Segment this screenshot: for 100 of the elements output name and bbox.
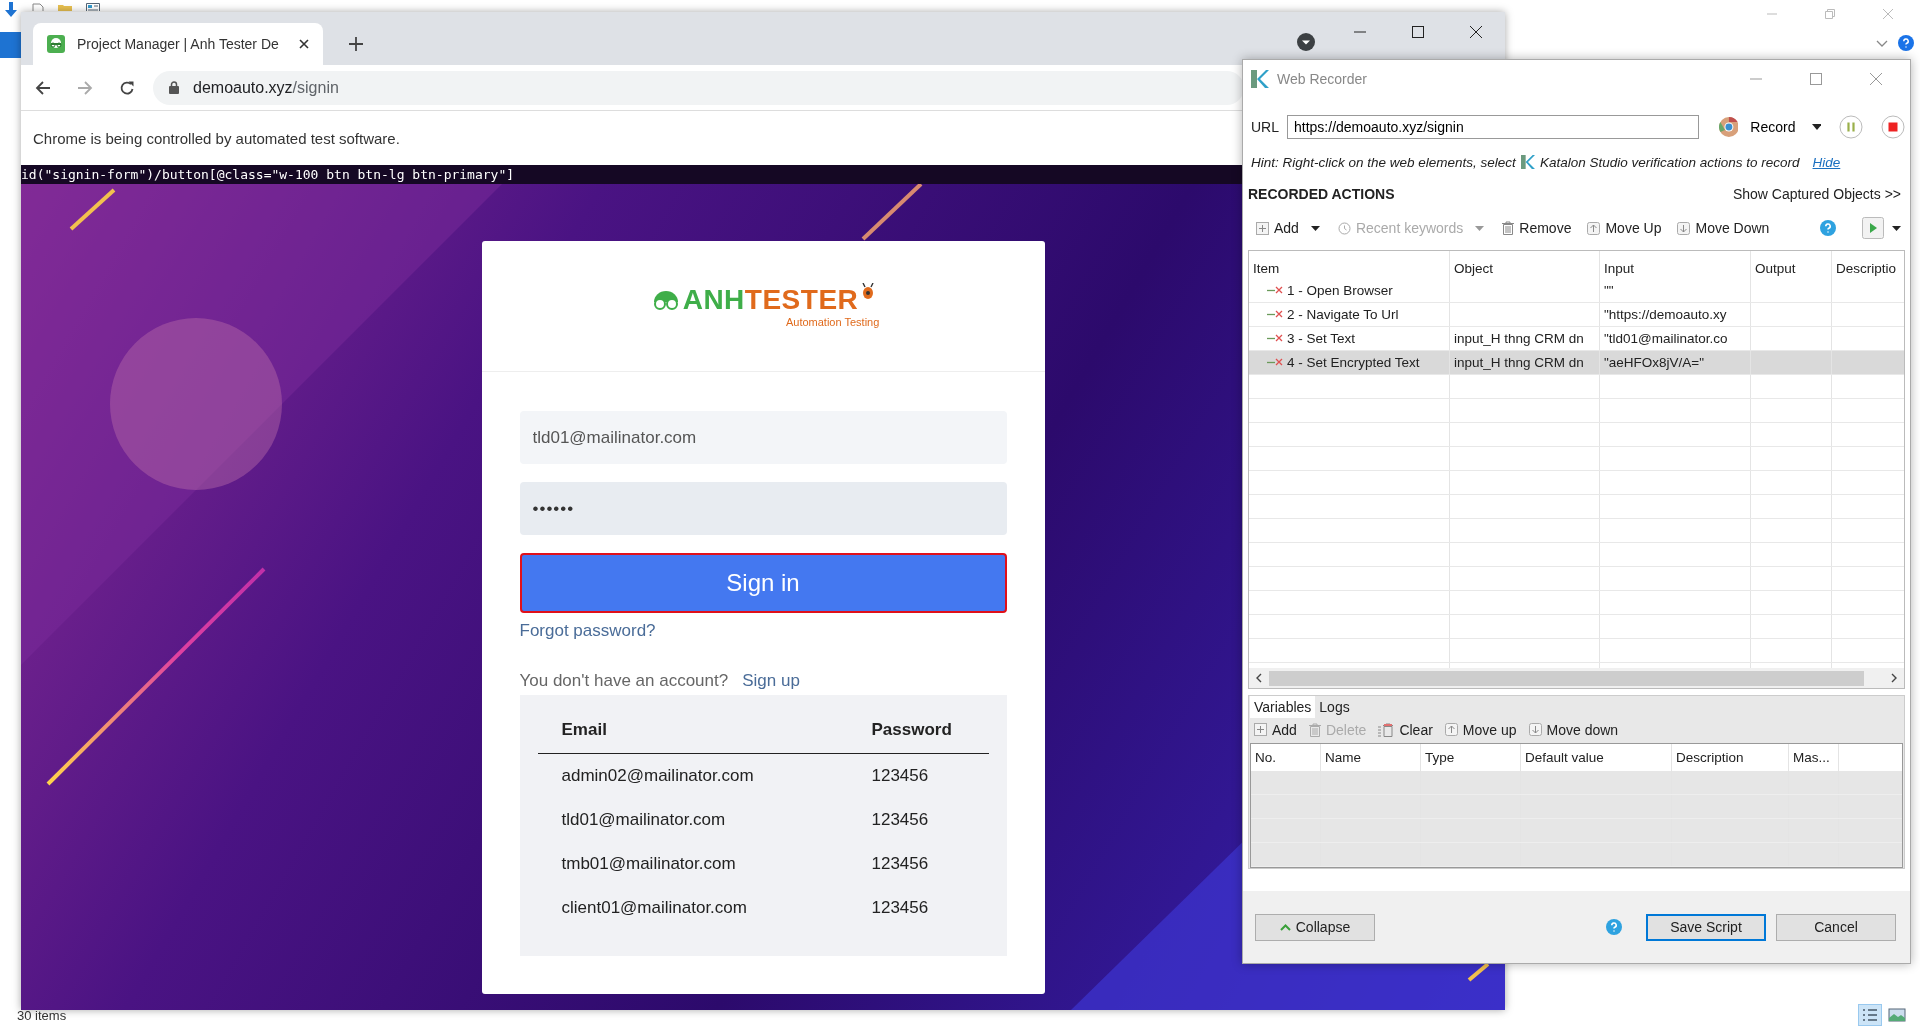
tab-search-icon[interactable] (1297, 32, 1315, 51)
play-button[interactable] (1862, 217, 1884, 239)
hide-link[interactable]: Hide (1812, 154, 1841, 170)
caret-icon[interactable] (1892, 225, 1901, 231)
step-name: 3 - Set Text (1287, 331, 1356, 346)
column-header: Object (1450, 251, 1600, 279)
help-icon[interactable] (1898, 35, 1914, 51)
add-button[interactable]: Add (1250, 721, 1301, 738)
chevron-up-icon (1279, 923, 1291, 931)
signup-link[interactable]: Sign up (742, 671, 800, 691)
table-cell-text: 123456 (871, 766, 930, 786)
thumbnail-view-icon[interactable] (1888, 1008, 1906, 1022)
back-icon[interactable] (35, 79, 51, 96)
step-name: 4 - Set Encrypted Text (1287, 355, 1420, 370)
automation-notice: Chrome is being controlled by automated test software. (33, 129, 400, 147)
password-field[interactable]: •••••• (519, 482, 1007, 535)
show-captured-objects-link[interactable]: Show Captured Objects >> (1732, 186, 1901, 202)
maximize-icon[interactable] (1412, 26, 1424, 38)
clear-button[interactable]: Clear (1374, 721, 1437, 738)
column-header: No. (1251, 744, 1321, 771)
add-button[interactable]: Add (1252, 220, 1303, 236)
remove-button[interactable]: Remove (1498, 220, 1576, 236)
reload-icon[interactable] (119, 79, 135, 96)
column-header: Email (561, 720, 608, 740)
column-header: Name (1321, 744, 1421, 771)
close-icon[interactable] (1470, 26, 1482, 38)
scroll-left-icon[interactable] (1255, 673, 1263, 683)
step-name: 2 - Navigate To Url (1287, 307, 1399, 322)
column-header: Description (1672, 744, 1789, 771)
down-button[interactable]: Move down (1524, 721, 1623, 738)
step-icon (1267, 286, 1283, 295)
arrow-down-icon (1528, 723, 1542, 737)
logo-text: ANHTESTER (682, 284, 859, 316)
url-text: demoauto.xyz/signin (193, 78, 339, 97)
forgot-password-link[interactable]: Forgot password? (519, 621, 656, 641)
table-cell: "aeHFOx8jV/A=" (1604, 355, 1704, 370)
hint-text: Hint: Right-click on the web elements, select (1251, 154, 1516, 170)
address-bar[interactable]: demoauto.xyz/signin (153, 70, 1244, 105)
details-view-icon[interactable] (1858, 1004, 1882, 1026)
column-header: Descriptio (1832, 251, 1904, 279)
arrow-down-icon (1677, 221, 1691, 235)
collapse-button[interactable]: Collapse (1255, 913, 1375, 941)
url-label: URL (1251, 119, 1279, 135)
caret-icon[interactable] (1310, 225, 1320, 231)
pause-icon[interactable] (1839, 115, 1864, 139)
help-icon[interactable] (1606, 919, 1622, 935)
save-button[interactable]: Save Script (1646, 913, 1766, 941)
section-title: RECORDED ACTIONS (1248, 186, 1395, 202)
table-cell: input_H thng CRM dn (1454, 355, 1584, 370)
scroll-right-icon[interactable] (1890, 673, 1898, 683)
favicon-icon (47, 35, 65, 53)
close-icon[interactable] (299, 39, 309, 49)
arrow-up-icon (1587, 221, 1601, 235)
table-cell-text: 123456 (871, 854, 930, 874)
up-button[interactable]: Move Up (1583, 220, 1666, 236)
panel-tab[interactable]: Variables (1250, 696, 1316, 719)
help-icon[interactable] (1820, 220, 1836, 236)
forward-icon[interactable] (77, 79, 93, 96)
stop-icon[interactable] (1881, 115, 1905, 139)
signin-button[interactable]: Sign in (519, 553, 1007, 613)
decorative-line (69, 188, 116, 231)
table-row[interactable]: 1 - Open Browser "" (1249, 279, 1904, 303)
column-header: Item (1249, 251, 1450, 279)
trash-icon (1502, 221, 1515, 235)
signup-prompt: You don't have an account? (519, 671, 729, 691)
down-button[interactable]: Move Down (1673, 220, 1774, 236)
step-icon (1267, 334, 1283, 343)
table-cell: input_H thng CRM dn (1454, 331, 1584, 346)
arrow-up-icon (1444, 723, 1458, 737)
step-name: 1 - Open Browser (1287, 283, 1393, 298)
window-title: Web Recorder (1277, 71, 1367, 87)
column-header: Type (1421, 744, 1521, 771)
chevron-down-icon[interactable] (1876, 40, 1888, 48)
table-cell-text: 123456 (871, 810, 930, 830)
download-arrow-icon[interactable] (4, 2, 18, 18)
bug-icon (861, 283, 876, 299)
table-cell: "https://demoauto.xy (1604, 307, 1727, 322)
record-button[interactable]: Record (1746, 119, 1804, 135)
browser-tab[interactable]: Project Manager | Anh Tester De (33, 23, 323, 65)
caret-icon[interactable] (1811, 124, 1822, 130)
table-row[interactable]: 2 - Navigate To Url "https://demoauto.xy (1249, 303, 1904, 327)
step-icon (1267, 358, 1283, 367)
column-header: Password (871, 720, 953, 740)
column-header: Mas... (1789, 744, 1839, 771)
katalon-logo-icon (1251, 70, 1269, 88)
restore-icon[interactable] (1824, 8, 1836, 20)
table-cell-text: 123456 (871, 898, 930, 918)
scrollbar-thumb[interactable] (1269, 670, 1864, 686)
url-field[interactable]: https://demoauto.xyz/signin (1287, 115, 1699, 139)
table-cell-text: tmb01@mailinator.com (561, 854, 737, 874)
decorative-line (861, 182, 923, 241)
cancel-button[interactable]: Cancel (1776, 913, 1896, 941)
email-field[interactable]: tld01@mailinator.com (519, 411, 1007, 464)
up-button[interactable]: Move up (1440, 721, 1521, 738)
clear-list-icon (1378, 722, 1395, 737)
panel-tab[interactable]: Logs (1315, 696, 1354, 719)
selection-highlight (0, 32, 21, 58)
table-row[interactable]: 4 - Set Encrypted Text input_H thng CRM dn "aeHFOx8jV/A=" (1249, 351, 1904, 375)
chrome-browser-icon (1718, 117, 1739, 137)
new-tab-icon[interactable] (349, 37, 363, 51)
